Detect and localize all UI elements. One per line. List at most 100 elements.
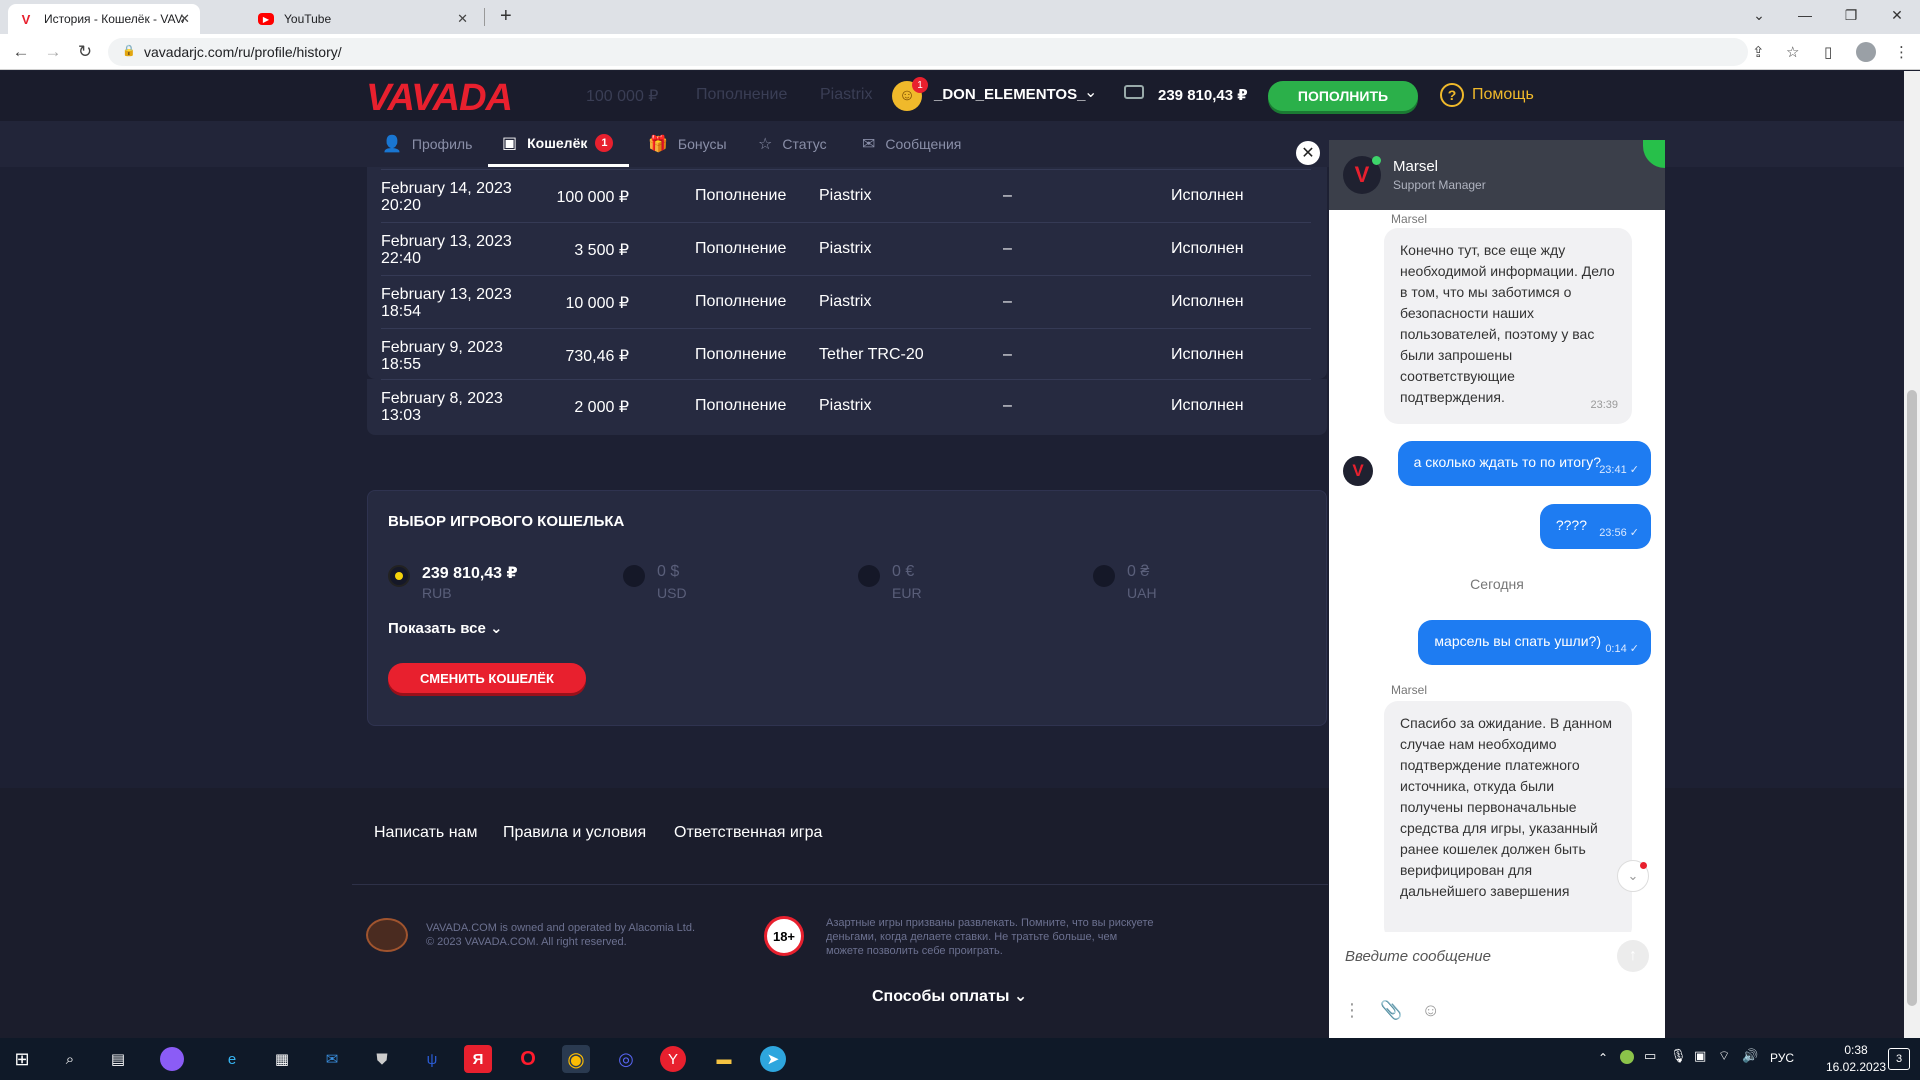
share-icon[interactable]: ⇪ [1752, 43, 1765, 61]
more-options-icon[interactable]: ⋮ [1343, 1000, 1361, 1020]
radio-icon[interactable] [623, 565, 645, 587]
tab-label: Кошелёк [527, 134, 588, 151]
close-chat-button[interactable]: ✕ [1296, 141, 1320, 165]
agent-role: Support Manager [1393, 178, 1486, 192]
user-icon: 👤 [382, 136, 402, 153]
new-tab-plus-icon[interactable]: + [500, 5, 512, 28]
message-text: а сколько ждать то по итогу? [1413, 454, 1601, 470]
message-time: 23:41 ✓ [1599, 464, 1639, 476]
close-window-button[interactable]: ✕ [1874, 0, 1920, 30]
system-clock[interactable]: 0:38 16.02.2023 [1826, 1042, 1886, 1076]
deposit-button[interactable]: ПОПОЛНИТЬ [1268, 81, 1418, 111]
footer-link-responsible[interactable]: Ответственная игра [674, 824, 822, 842]
help-link[interactable]: Помощь [1472, 86, 1534, 104]
tab-status[interactable]: ☆ Статус [758, 121, 827, 167]
close-tab-icon[interactable]: ✕ [179, 11, 190, 27]
back-arrow-icon[interactable]: ← [10, 41, 32, 63]
row-extra: – [1003, 397, 1012, 414]
tab-label: Профиль [411, 136, 473, 152]
row-status: Исполнен [1171, 240, 1244, 257]
chevron-down-icon[interactable]: ⌄ [1084, 82, 1097, 102]
alice-assistant-icon[interactable] [160, 1047, 184, 1071]
unread-indicator [1640, 862, 1647, 869]
mail-icon[interactable]: ✉ [318, 1045, 346, 1073]
username[interactable]: _DON_ELEMENTOS_ [934, 86, 1085, 103]
history-table: February 14, 2023 20:20 100 000 ₽ Пополне… [367, 167, 1327, 379]
microphone-icon[interactable]: 🎙 [1670, 1048, 1687, 1064]
close-tab-icon[interactable]: ✕ [457, 11, 468, 27]
star-icon: ☆ [758, 136, 773, 153]
radio-icon[interactable] [1093, 565, 1115, 587]
row-method: Piastrix [819, 293, 872, 310]
notification-center-icon[interactable]: 3 [1888, 1048, 1910, 1070]
tab-wallet[interactable]: ▣ Кошелёк 1 [488, 121, 630, 167]
language-indicator[interactable]: РУС [1770, 1051, 1794, 1065]
url-field[interactable]: 🔒 vavadarjc.com/ru/profile/history/ [108, 38, 1748, 66]
radio-selected-icon[interactable] [388, 565, 410, 587]
history-table-tail: February 8, 2023 13:03 2 000 ₽ Пополнение… [367, 379, 1327, 435]
payment-methods-label: Способы оплаты [872, 988, 1010, 1005]
user-avatar[interactable]: ☺ 1 [892, 77, 928, 111]
change-wallet-button[interactable]: СМЕНИТЬ КОШЕЛЁК [388, 663, 586, 693]
discord-icon[interactable]: ◎ [612, 1045, 640, 1073]
tray-monitor-icon[interactable]: ▣ [1694, 1048, 1706, 1064]
agent-name: Marsel [1393, 158, 1439, 175]
forward-arrow-icon[interactable]: → [42, 41, 64, 63]
yandex-icon[interactable]: Я [464, 1045, 492, 1073]
edge-browser-icon[interactable]: e [218, 1045, 246, 1073]
send-message-button[interactable]: ↑ [1617, 940, 1649, 972]
help-question-icon[interactable]: ? [1440, 83, 1464, 107]
search-icon[interactable]: ⌕ [56, 1045, 84, 1073]
tab-profile[interactable]: 👤 Профиль [382, 121, 472, 167]
vavada-logo[interactable]: VAVADA [366, 77, 513, 120]
footer-link-terms[interactable]: Правила и условия [503, 824, 646, 842]
agent-message-avatar: V [1343, 456, 1373, 486]
payment-methods-toggle[interactable]: Способы оплаты ⌄ [872, 986, 1027, 1006]
chat-message-input[interactable] [1329, 932, 1665, 980]
radio-icon[interactable] [858, 565, 880, 587]
emoji-icon[interactable]: ☺ [1421, 1000, 1439, 1020]
tab-bonuses[interactable]: 🎁 Бонусы [648, 121, 727, 167]
tab-vavada[interactable]: V История - Кошелёк - VAVADA C ✕ [8, 4, 200, 34]
telegram-icon[interactable]: ➤ [760, 1046, 786, 1072]
browser-menu-icon[interactable]: ⋮ [1894, 43, 1909, 61]
volume-icon[interactable]: 🔊 [1742, 1048, 1758, 1064]
gift-icon: 🎁 [648, 136, 668, 153]
tab-divider [484, 8, 485, 26]
attach-paperclip-icon[interactable]: 📎 [1380, 1000, 1402, 1020]
tray-app-icon[interactable] [1620, 1050, 1634, 1064]
scroll-down-button[interactable]: ⌄ [1617, 860, 1649, 892]
opera-icon[interactable]: O [514, 1045, 542, 1073]
task-view-icon[interactable]: ▤ [104, 1045, 132, 1073]
sidepanel-icon[interactable]: ▯ [1824, 43, 1832, 61]
shield-app-icon[interactable]: ⛊ [368, 1045, 396, 1073]
tray-network-icon[interactable]: ▭ [1644, 1048, 1656, 1064]
file-explorer-icon[interactable]: ▬ [710, 1045, 738, 1073]
show-all-toggle[interactable]: Показать все ⌄ [388, 619, 503, 637]
chrome-icon[interactable]: ◉ [562, 1045, 590, 1073]
yandex-browser-icon[interactable]: Y [660, 1046, 686, 1072]
store-icon[interactable]: ▦ [268, 1045, 296, 1073]
profile-avatar-icon[interactable] [1856, 42, 1876, 62]
bookmark-star-icon[interactable]: ☆ [1786, 43, 1799, 61]
message-text: ???? [1555, 517, 1587, 533]
tab-messages[interactable]: ✉ Сообщения [862, 121, 961, 167]
footer-divider [352, 884, 1328, 885]
reload-icon[interactable]: ↻ [74, 41, 96, 63]
tab-title: YouTube [284, 12, 332, 26]
footer-link-contact[interactable]: Написать нам [374, 824, 477, 842]
chat-messages[interactable]: Marsel Конечно тут, все еще жду необходи… [1329, 210, 1665, 932]
license-seal-icon [366, 918, 408, 952]
page-scrollbar-thumb[interactable] [1907, 390, 1917, 1006]
trident-icon[interactable]: ψ [418, 1045, 446, 1073]
row-method: Piastrix [819, 187, 872, 204]
show-hidden-icons-chevron[interactable]: ⌃ [1598, 1051, 1608, 1065]
row-method: Tether TRC-20 [819, 346, 924, 363]
restore-button[interactable]: ❐ [1828, 0, 1874, 30]
currency-code: EUR [892, 585, 922, 601]
tab-search-chevron-icon[interactable]: ⌄ [1736, 0, 1782, 30]
tab-youtube[interactable]: ▶ YouTube ✕ [248, 4, 478, 34]
minimize-button[interactable]: — [1782, 0, 1828, 30]
windows-start-icon[interactable]: ⊞ [8, 1045, 36, 1073]
wifi-icon[interactable]: ⌔ [1718, 1048, 1730, 1064]
